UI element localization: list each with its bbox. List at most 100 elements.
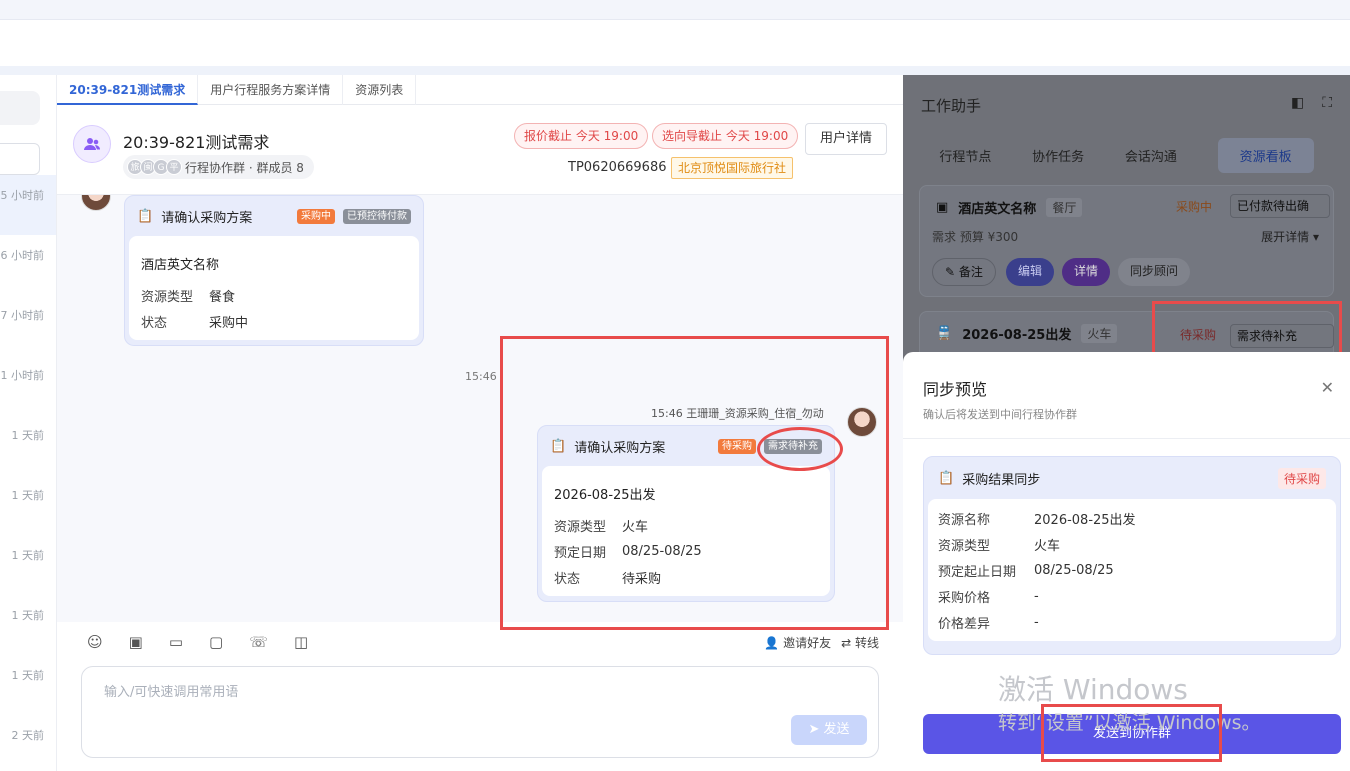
drawer-subtitle: 确认后将发送到中间行程协作群 [923,408,1077,421]
field-value: - [1034,588,1039,604]
annotation-box [1041,704,1222,762]
send-label: 发送 [823,722,850,737]
status-select[interactable]: 已付款待出确 [1230,194,1330,218]
list-item-time: 7 小时前 [0,309,45,322]
list-item-time: 1 天前 [11,549,45,562]
send-icon: ➤ [808,722,820,737]
list-item-time: 2 天前 [11,729,45,742]
list-filter-input[interactable] [0,143,40,175]
divider-band [0,66,1350,75]
sidebar-toggle-icon[interactable]: ◧ [1291,95,1304,111]
folder-icon[interactable]: ▭ [169,633,183,651]
field-label: 资源名称 [938,512,991,528]
group-avatar [73,125,111,163]
list-item-time: 5 小时前 [0,189,45,202]
clipboard-icon: 📋 [137,208,154,224]
send-button[interactable]: ➤ 发送 [791,715,867,745]
list-search[interactable] [0,91,40,125]
status-tag: 采购中 [297,208,335,224]
sync-advisor-button[interactable]: 同步顾问 [1118,258,1191,286]
annotation-ellipse [757,427,843,471]
clipboard-icon: 📋 [938,470,955,486]
field-value: 火车 [1034,538,1061,554]
image-icon[interactable]: ▣ [129,633,143,651]
field-label: 状态 [141,315,168,331]
field-value: 08/25-08/25 [1034,562,1114,578]
list-item-time: 1 天前 [11,669,45,682]
users-icon [84,138,100,150]
member-avatar: 平 [166,159,182,175]
budget-text: 需求 预算 ¥300 [932,230,1019,244]
tp-code: TP0620669686 [568,160,667,175]
message-input[interactable]: 输入/可快速调用常用语 ➤ 发送 [81,666,879,758]
list-item-time: 1 天前 [11,429,45,442]
message-icon[interactable]: ▢ [209,633,223,651]
windows-watermark: 激活 Windows [998,673,1188,706]
resource-name: 2026-08-25出发 [962,328,1072,343]
work-tabs: 行程节点 协作任务 会话沟通 资源看板 [919,137,1334,173]
field-label: 资源类型 [141,289,194,305]
annotation-box [500,336,889,630]
tab-itinerary-nodes[interactable]: 行程节点 [939,146,991,165]
message-card[interactable]: 📋 请确认采购方案 采购中 已预控待付款 酒店英文名称 资源类型 餐食 状态 采购中 [124,195,424,346]
divider [903,438,1350,439]
composer-actions: 👤 邀请好友 ⇄ 转线 [764,634,879,651]
guide-deadline-badge: 选向导截止 今天 19:00 [652,123,799,149]
status-tag: 已预控待付款 [343,208,411,224]
expand-details-link[interactable]: 展开详情 ▾ [1261,228,1319,245]
members-text: 行程协作群 · 群成员 8 [185,160,304,175]
transfer-button[interactable]: ⇄ 转线 [841,634,879,651]
fullscreen-icon[interactable]: ⛶ [1322,95,1332,111]
video-icon[interactable]: ◫ [294,633,308,651]
agency-badge: 北京顶悦国际旅行社 [671,157,794,179]
phone-icon[interactable]: ☏ [249,633,268,651]
field-label: 资源类型 [938,538,991,554]
field-label: 采购价格 [938,590,991,606]
note-button[interactable]: ✎ 备注 [932,258,996,286]
card-title: 请确认采购方案 [161,210,253,226]
input-placeholder: 输入/可快速调用常用语 [104,685,239,700]
invite-friend-button[interactable]: 👤 邀请好友 [764,634,831,651]
field-value: 采购中 [209,315,249,331]
tab-conversation[interactable]: 会话沟通 [1125,146,1177,165]
emoji-icon[interactable]: ☺ [87,633,103,651]
list-item-time: 6 小时前 [0,249,45,262]
panel-title: 工作助手 [921,97,982,115]
status-text: 采购中 [1176,200,1213,214]
message-timestamp: 15:46 [465,370,497,383]
sender-avatar [81,195,111,211]
sub-bar [0,20,1350,66]
conversation-list: 5 小时前 6 小时前 7 小时前 1 小时前 1 天前 1 天前 1 天前 1… [0,75,57,771]
user-detail-button[interactable]: 用户详情 [805,123,887,155]
tab-service-plan[interactable]: 用户行程服务方案详情 [198,75,344,105]
panel-actions: ◧ ⛶ [1291,95,1332,111]
sync-card: 📋 采购结果同步 待采购 资源名称 2026-08-25出发 资源类型 火车 预定起… [923,456,1341,655]
chat-title: 20:39-821测试需求 [123,133,270,152]
resource-card: ▣ 酒店英文名称 餐厅 采购中 已付款待出确 需求 预算 ¥300 展开详情 ▾ ✎… [919,185,1334,297]
field-label: 价格差异 [938,616,991,632]
field-label: 预定起止日期 [938,564,1017,580]
member-avatars: 旅 闽 G 平 [127,159,182,175]
card-title: 采购结果同步 [962,472,1041,488]
list-item-time: 1 天前 [11,489,45,502]
resource-name: 酒店英文名称 [141,257,220,273]
status-badge: 待采购 [1277,467,1326,489]
select-value: 已付款待出确 [1237,199,1310,213]
detail-button[interactable]: 详情 [1062,258,1111,286]
tab-resource-board[interactable]: 资源看板 [1217,137,1314,173]
tab-collab-tasks[interactable]: 协作任务 [1032,146,1084,165]
tab-resource-list[interactable]: 资源列表 [343,75,417,105]
category-tag: 餐厅 [1046,198,1083,217]
chat-header: 20:39-821测试需求 旅 闽 G 平 行程协作群 · 群成员 8 报价截止… [57,105,903,195]
resource-name: 酒店英文名称 [958,202,1037,217]
edit-button[interactable]: 编辑 [1006,258,1055,286]
train-icon: 🚆 [936,326,953,341]
selected-conversation[interactable] [0,175,56,235]
tab-chat[interactable]: 20:39-821测试需求 [57,75,199,105]
hotel-icon: ▣ [936,200,949,215]
list-item-time: 1 天前 [11,609,45,622]
list-item-time: 1 小时前 [0,369,45,382]
close-icon[interactable]: ✕ [1321,378,1334,397]
field-value: - [1034,614,1039,630]
group-members[interactable]: 旅 闽 G 平 行程协作群 · 群成员 8 [123,155,314,179]
